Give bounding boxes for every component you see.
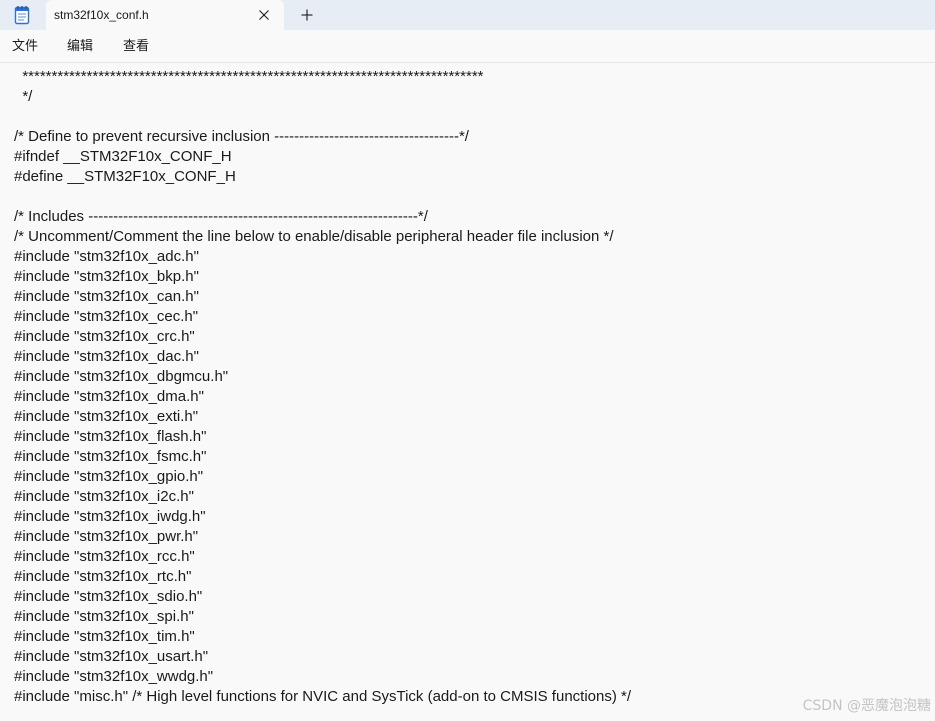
code-line: #include "stm32f10x_wwdg.h" xyxy=(14,668,214,685)
code-line: #include "stm32f10x_sdio.h" xyxy=(14,588,203,605)
menu-edit[interactable]: 编辑 xyxy=(67,38,93,56)
code-line: #include "stm32f10x_crc.h" xyxy=(14,328,195,345)
code-line: /* Includes ----------------------------… xyxy=(14,208,428,225)
code-line: #include "stm32f10x_iwdg.h" xyxy=(14,508,206,525)
new-tab-button[interactable] xyxy=(296,5,318,25)
code-line: /* Uncomment/Comment the line below to e… xyxy=(14,228,614,245)
close-tab-button[interactable] xyxy=(254,5,274,25)
code-line: #ifndef __STM32F10x_CONF_H xyxy=(14,148,232,165)
code-line: #include "stm32f10x_can.h" xyxy=(14,288,199,305)
code-line: #include "stm32f10x_cec.h" xyxy=(14,308,199,325)
code-line: #include "stm32f10x_dbgmcu.h" xyxy=(14,368,229,385)
code-line: */ xyxy=(14,88,33,105)
menu-file[interactable]: 文件 xyxy=(12,38,38,56)
code-line: #include "stm32f10x_fsmc.h" xyxy=(14,448,207,465)
code-line: #include "stm32f10x_exti.h" xyxy=(14,408,199,425)
code-line: #include "stm32f10x_pwr.h" xyxy=(14,528,199,545)
code-line: /* Define to prevent recursive inclusion… xyxy=(14,128,469,145)
code-line: #include "stm32f10x_usart.h" xyxy=(14,648,209,665)
code-line: #include "stm32f10x_rcc.h" xyxy=(14,548,195,565)
code-line: #include "stm32f10x_dac.h" xyxy=(14,348,199,365)
code-line: #include "stm32f10x_gpio.h" xyxy=(14,468,204,485)
code-line: #include "stm32f10x_bkp.h" xyxy=(14,268,199,285)
editor-content: ****************************************… xyxy=(14,67,631,707)
code-line: #include "stm32f10x_rtc.h" xyxy=(14,568,192,585)
text-editor[interactable]: ****************************************… xyxy=(0,63,935,721)
menu-bar: 文件 编辑 查看 xyxy=(0,30,935,63)
code-line: #include "stm32f10x_spi.h" xyxy=(14,608,194,625)
code-line: #include "stm32f10x_adc.h" xyxy=(14,248,199,265)
code-line: #include "stm32f10x_i2c.h" xyxy=(14,488,194,505)
tab-stm32f10x-conf[interactable]: stm32f10x_conf.h xyxy=(46,0,284,30)
code-line: #include "stm32f10x_tim.h" xyxy=(14,628,195,645)
code-line: #include "misc.h" /* High level function… xyxy=(14,688,632,705)
menu-view[interactable]: 查看 xyxy=(123,38,149,56)
tab-title: stm32f10x_conf.h xyxy=(54,8,149,22)
code-line: #include "stm32f10x_dma.h" xyxy=(14,388,204,405)
notepad-window: stm32f10x_conf.h 文件 编辑 查看 **************… xyxy=(0,0,935,721)
code-line: ****************************************… xyxy=(14,68,484,85)
code-line: #include "stm32f10x_flash.h" xyxy=(14,428,207,445)
notepad-icon xyxy=(14,5,30,25)
code-line: #define __STM32F10x_CONF_H xyxy=(14,168,236,185)
csdn-watermark: CSDN @恶魔泡泡糖 xyxy=(802,698,931,714)
tab-bar: stm32f10x_conf.h xyxy=(0,0,935,30)
